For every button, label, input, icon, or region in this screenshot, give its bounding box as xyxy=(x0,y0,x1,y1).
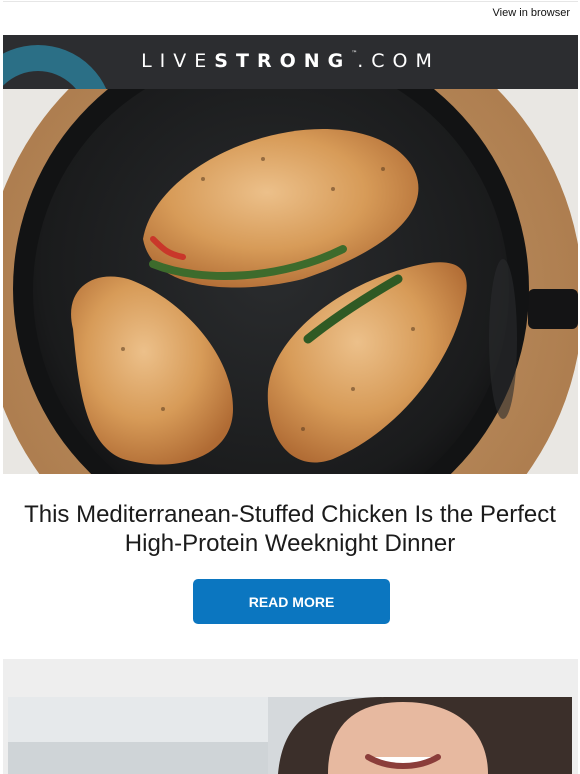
logo-text-suffix: .COM xyxy=(357,50,440,72)
view-in-browser-link[interactable]: View in browser xyxy=(493,7,570,19)
secondary-article-image[interactable] xyxy=(8,697,572,774)
smiling-woman-illustration xyxy=(8,697,572,774)
top-divider xyxy=(3,1,578,2)
hero-image[interactable] xyxy=(3,89,578,474)
logo-text-light: LIVE xyxy=(141,50,215,72)
brand-logo[interactable]: LIVESTRONG™.COM xyxy=(3,50,578,72)
chicken-skillet-illustration xyxy=(3,89,578,474)
logo-text-bold: STRONG xyxy=(214,50,352,72)
article-title[interactable]: This Mediterranean-Stuffed Chicken Is th… xyxy=(20,500,560,558)
read-more-button[interactable]: READ MORE xyxy=(193,579,390,624)
brand-header[interactable]: LIVESTRONG™.COM xyxy=(3,35,578,89)
email-page: View in browser LIVESTRONG™.COM This Med… xyxy=(0,0,580,774)
